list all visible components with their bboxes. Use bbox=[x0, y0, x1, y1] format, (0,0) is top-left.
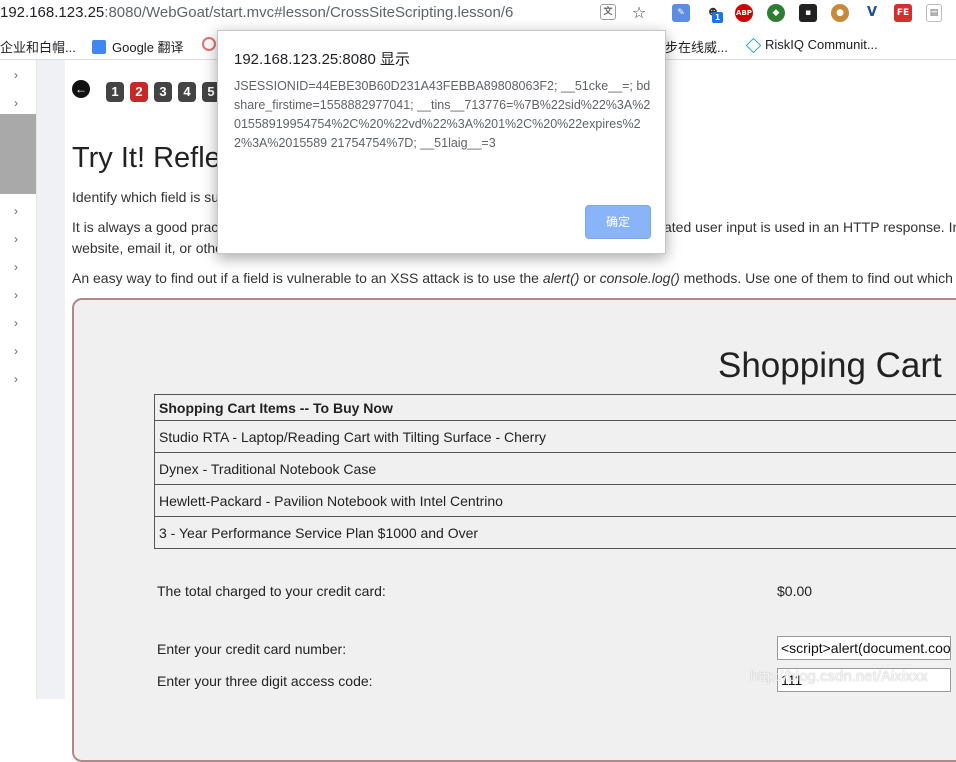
google-translate-icon bbox=[92, 40, 106, 54]
page-button-4[interactable]: 4 bbox=[178, 82, 196, 102]
text: An easy way to find out if a field is vu… bbox=[72, 270, 543, 286]
table-header-row: Shopping Cart Items -- To Buy Now bbox=[155, 395, 956, 421]
table-cell: Hewlett-Packard - Pavilion Notebook with… bbox=[155, 485, 956, 517]
method-name: alert() bbox=[543, 270, 580, 286]
url-text[interactable]: 192.168.123.25:8080/WebGoat/start.mvc#le… bbox=[0, 4, 513, 21]
watermark-text: http://blog.csdn.net/Aixixxx bbox=[750, 668, 928, 685]
lesson-title: Try It! Refle bbox=[72, 142, 221, 175]
access-code-label: Enter your three digit access code: bbox=[157, 673, 373, 689]
table-row: Hewlett-Packard - Pavilion Notebook with… bbox=[155, 485, 956, 517]
back-arrow-icon[interactable]: ← bbox=[72, 80, 90, 98]
lesson-paragraph: An easy way to find out if a field is vu… bbox=[72, 270, 953, 286]
page-extension-icon[interactable]: ▤ bbox=[926, 4, 942, 22]
content-gutter bbox=[37, 60, 65, 699]
table-cell: Studio RTA - Laptop/Reading Cart with Ti… bbox=[155, 421, 956, 453]
table-row: Dynex - Traditional Notebook Case bbox=[155, 453, 956, 485]
page-button-3[interactable]: 3 bbox=[154, 82, 172, 102]
page-button-1[interactable]: 1 bbox=[106, 82, 124, 102]
chevron-right-icon[interactable]: › bbox=[14, 316, 18, 330]
adblock-icon[interactable]: ABP bbox=[735, 4, 753, 22]
url-host: 192.168.123.25 bbox=[0, 4, 104, 21]
bookmark-item[interactable]: 步在线威... bbox=[665, 37, 728, 56]
link-icon bbox=[202, 37, 216, 51]
chevron-right-icon[interactable]: › bbox=[14, 372, 18, 386]
lesson-paragraph: ated user input is used in an HTTP respo… bbox=[664, 219, 956, 235]
bookmark-item[interactable]: RiskIQ Communit... bbox=[748, 37, 878, 52]
ghost-extension-icon[interactable]: ☻1 bbox=[704, 4, 722, 22]
chevron-right-icon[interactable]: › bbox=[14, 260, 18, 274]
page-button-2[interactable]: 2 bbox=[130, 82, 148, 102]
script-extension-icon[interactable]: ✎ bbox=[672, 4, 690, 22]
globe-extension-icon[interactable]: ◆ bbox=[767, 4, 785, 22]
text: methods. Use one of them to find out whi… bbox=[680, 270, 953, 286]
credit-card-label: Enter your credit card number: bbox=[157, 641, 346, 657]
ok-button[interactable]: 确定 bbox=[585, 205, 651, 239]
lesson-paragraph: website, email it, or othe bbox=[72, 240, 223, 256]
bookmark-label: 企业和白帽... bbox=[0, 40, 76, 55]
lesson-sidebar: › › › › › › › › › bbox=[0, 60, 37, 699]
bookmark-label: RiskIQ Communit... bbox=[765, 37, 878, 52]
chevron-right-icon[interactable]: › bbox=[14, 232, 18, 246]
dark-extension-icon[interactable]: ▪ bbox=[799, 4, 817, 22]
address-bar[interactable]: 192.168.123.25:8080/WebGoat/start.mvc#le… bbox=[0, 0, 956, 28]
shopping-cart-panel: Shopping Cart Shopping Cart Items -- To … bbox=[72, 298, 956, 762]
cart-title: Shopping Cart bbox=[718, 346, 942, 386]
lesson-paragraph: It is always a good prac bbox=[72, 219, 218, 235]
table-row: Studio RTA - Laptop/Reading Cart with Ti… bbox=[155, 421, 956, 453]
sidebar-active-item[interactable] bbox=[0, 114, 36, 194]
chevron-right-icon[interactable]: › bbox=[14, 204, 18, 218]
chevron-right-icon[interactable]: › bbox=[14, 68, 18, 82]
table-header: Shopping Cart Items -- To Buy Now bbox=[155, 395, 956, 421]
bookmark-item[interactable]: Google 翻译 bbox=[92, 37, 184, 56]
credit-card-input[interactable]: <script>alert(document.coo bbox=[777, 636, 951, 660]
url-path: :8080/WebGoat/start.mvc#lesson/CrossSite… bbox=[104, 4, 513, 21]
dialog-message: JSESSIONID=44EBE30B60D231A43FEBBA8980806… bbox=[234, 77, 654, 153]
fe-extension-icon[interactable]: FE bbox=[894, 4, 912, 22]
table-cell: 3 - Year Performance Service Plan $1000 … bbox=[155, 517, 956, 549]
chevron-right-icon[interactable]: › bbox=[14, 288, 18, 302]
total-label: The total charged to your credit card: bbox=[157, 583, 386, 599]
bookmark-item[interactable]: 企业和白帽... bbox=[0, 37, 76, 56]
cookie-icon[interactable]: ● bbox=[831, 4, 849, 22]
bookmark-star-icon[interactable]: ☆ bbox=[630, 4, 648, 22]
v-extension-icon[interactable]: V bbox=[863, 4, 881, 22]
chevron-right-icon[interactable]: › bbox=[14, 96, 18, 110]
table-cell: Dynex - Traditional Notebook Case bbox=[155, 453, 956, 485]
translate-icon[interactable]: 文 bbox=[600, 4, 616, 20]
chevron-right-icon[interactable]: › bbox=[14, 344, 18, 358]
method-name: console.log() bbox=[600, 270, 680, 286]
bookmark-label: Google 翻译 bbox=[112, 40, 184, 55]
riskiq-icon bbox=[746, 38, 762, 54]
cart-table: Shopping Cart Items -- To Buy Now Studio… bbox=[154, 394, 956, 549]
dialog-title: 192.168.123.25:8080 显示 bbox=[234, 48, 410, 69]
alert-dialog: 192.168.123.25:8080 显示 JSESSIONID=44EBE3… bbox=[217, 30, 666, 254]
lesson-paragraph: Identify which field is su bbox=[72, 189, 219, 205]
text: or bbox=[579, 270, 599, 286]
table-row: 3 - Year Performance Service Plan $1000 … bbox=[155, 517, 956, 549]
total-value: $0.00 bbox=[777, 583, 812, 599]
extension-badge: 1 bbox=[712, 12, 723, 23]
bookmark-label: 步在线威... bbox=[665, 40, 728, 55]
